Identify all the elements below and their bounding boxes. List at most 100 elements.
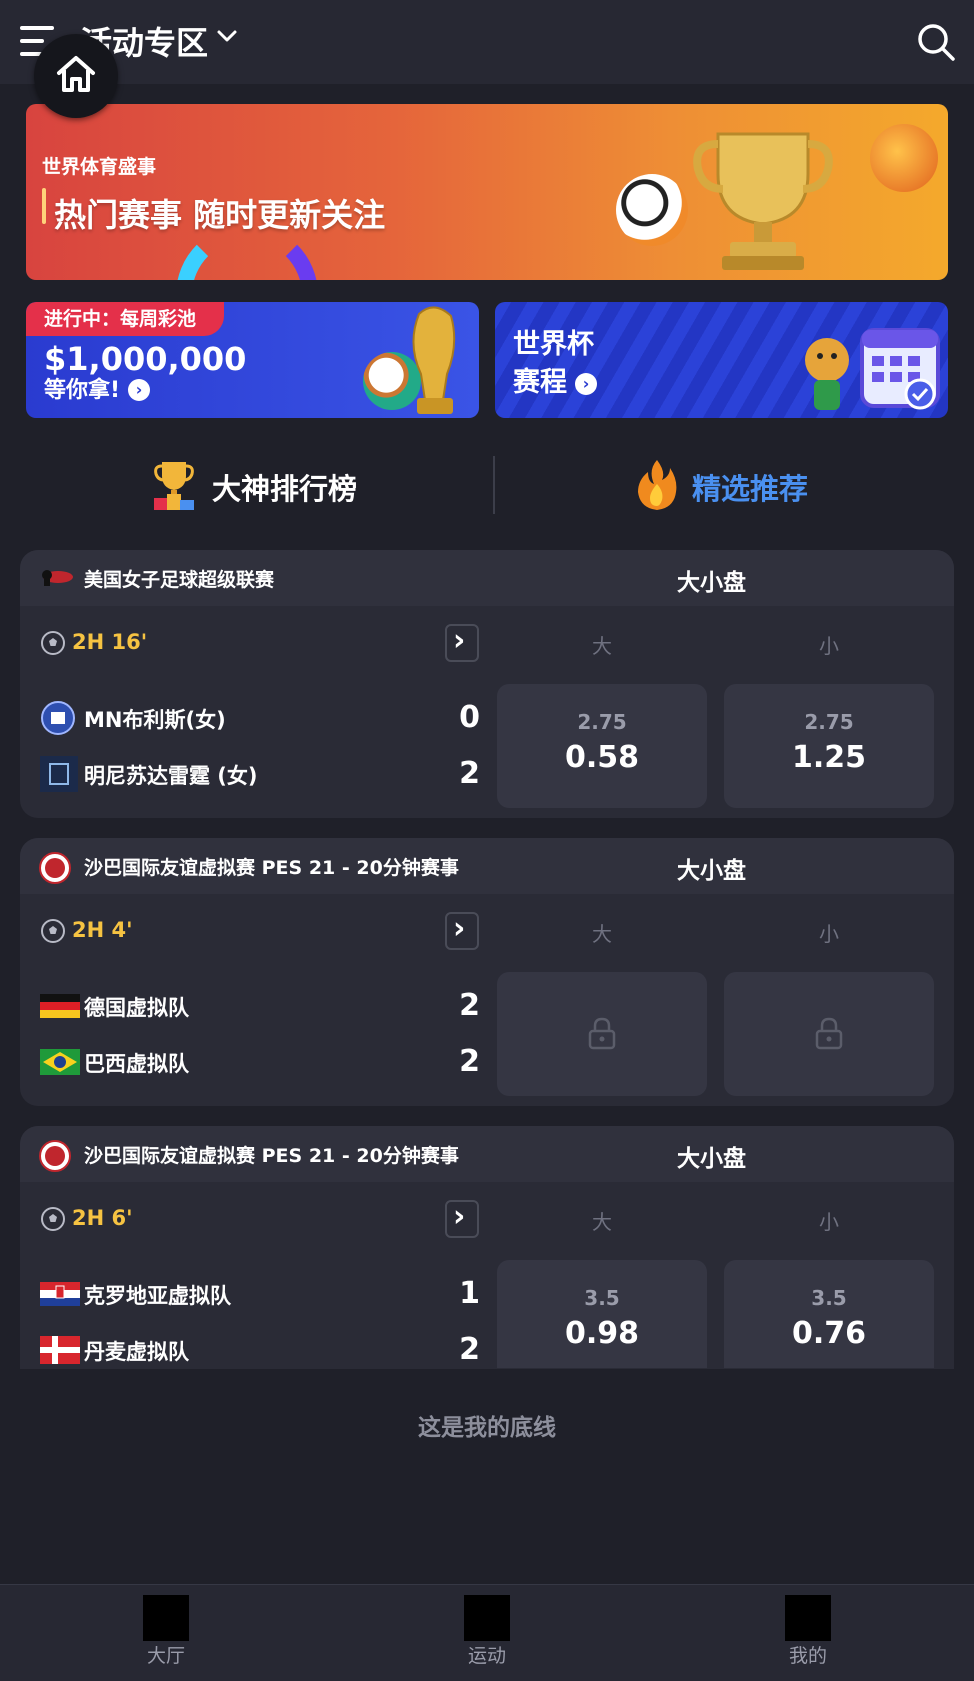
over-price: 0.58 (564, 740, 640, 775)
league-name[interactable]: 美国女子足球超级联赛 (84, 565, 274, 592)
away-team-name: 明尼苏达雷霆 (女) (84, 764, 258, 788)
league-name[interactable]: 沙巴国际友谊虚拟赛 PES 21 - 20分钟赛事 (84, 1141, 459, 1168)
soccer-ball-icon (41, 631, 65, 655)
market-name: 大小盘 (677, 1146, 746, 1172)
market-name: 大小盘 (677, 570, 746, 596)
search-icon[interactable] (916, 22, 956, 62)
hero-banner[interactable]: 世界体育盛事 热门赛事 随时更新关注 (26, 104, 948, 280)
over-column-header: 大 (592, 922, 612, 946)
germany-flag-icon (40, 994, 80, 1018)
feature-tabs: 大神排行榜 精选推荐 (26, 446, 948, 522)
lobby-icon (143, 1595, 189, 1641)
home-score: 2 (459, 988, 480, 1023)
trophy-image (693, 132, 833, 270)
away-team-name: 巴西虚拟队 (84, 1052, 189, 1076)
home-button[interactable] (34, 34, 118, 118)
saba-league-logo-icon (39, 1140, 71, 1172)
schedule-subtitle: 赛程 › (513, 360, 597, 399)
team-crest-icon (41, 701, 75, 735)
brazil-flag-icon (40, 1049, 80, 1075)
over-column-header: 大 (592, 634, 612, 658)
profile-icon (785, 1595, 831, 1641)
nav-item-profile[interactable]: 我的 (748, 1585, 868, 1681)
chevron-right-icon: › (575, 373, 597, 395)
over-odds-button-locked[interactable] (497, 972, 707, 1096)
soccer-ball-icon (41, 1207, 65, 1231)
end-of-list-text: 这是我的底线 (418, 1415, 556, 1441)
denmark-flag-icon (40, 1336, 80, 1364)
banner-subtitle: 世界体育盛事 (42, 156, 157, 178)
under-column-header: 小 (819, 1210, 839, 1234)
banner-headline: 热门赛事 随时更新关注 (54, 196, 386, 234)
pool-subtitle: 等你拿! › (44, 372, 151, 404)
nav-label-lobby: 大厅 (146, 1645, 185, 1667)
match-card-header: 沙巴国际友谊虚拟赛 PES 21 - 20分钟赛事 大小盘 (20, 1126, 954, 1182)
over-odds-button[interactable]: 3.5 0.98 (497, 1260, 707, 1368)
calendar-mascot-image (805, 328, 940, 410)
team-crest-icon (40, 756, 78, 792)
under-odds-button-locked[interactable] (724, 972, 934, 1096)
tab-featured[interactable]: 精选推荐 (496, 446, 957, 522)
chevron-right-icon: › (453, 1199, 466, 1234)
chevron-down-icon[interactable] (216, 28, 238, 44)
lock-icon (815, 1017, 843, 1050)
match-detail-button[interactable]: › (445, 624, 479, 662)
away-score: 2 (459, 1044, 480, 1079)
chevron-right-icon: › (453, 623, 466, 658)
under-odds-button[interactable]: 3.5 0.76 (724, 1260, 934, 1368)
nav-item-sports[interactable]: 运动 (427, 1585, 547, 1681)
tab-featured-label: 精选推荐 (692, 472, 809, 506)
away-score: 2 (459, 1332, 480, 1367)
home-score: 0 (459, 700, 480, 735)
match-card-header: 美国女子足球超级联赛 大小盘 (20, 550, 954, 606)
pool-status-tag: 进行中：每周彩池 (26, 302, 225, 336)
chevron-right-icon: › (453, 911, 466, 946)
under-column-header: 小 (819, 922, 839, 946)
market-name: 大小盘 (677, 858, 746, 884)
tab-leaderboard-label: 大神排行榜 (212, 472, 358, 506)
under-column-header: 小 (819, 634, 839, 658)
league-name[interactable]: 沙巴国际友谊虚拟赛 PES 21 - 20分钟赛事 (84, 853, 459, 880)
top-header: 活动专区 (0, 0, 974, 84)
nav-label-profile: 我的 (788, 1645, 827, 1667)
away-team-name: 丹麦虚拟队 (84, 1340, 189, 1364)
under-line: 2.75 (804, 710, 854, 734)
nav-item-lobby[interactable]: 大厅 (106, 1585, 226, 1681)
match-time: 2H 16' (72, 630, 148, 654)
world-cup-schedule-banner[interactable]: 世界杯 赛程 › (495, 302, 948, 418)
home-team-name: 德国虚拟队 (84, 996, 189, 1020)
soccer-ball-icon (41, 919, 65, 943)
match-card-header: 沙巴国际友谊虚拟赛 PES 21 - 20分钟赛事 大小盘 (20, 838, 954, 894)
bottom-navigation: 大厅 运动 我的 (0, 1584, 974, 1681)
match-detail-button[interactable]: › (445, 1200, 479, 1238)
banner-accent-bar (42, 188, 46, 224)
under-odds-button[interactable]: 2.75 1.25 (724, 684, 934, 808)
home-icon (57, 56, 95, 92)
over-odds-button[interactable]: 2.75 0.58 (497, 684, 707, 808)
world-cup-trophy-image (412, 306, 456, 414)
match-card: 沙巴国际友谊虚拟赛 PES 21 - 20分钟赛事 大小盘 2H 4' › 大 … (20, 838, 954, 1106)
over-line: 2.75 (577, 710, 627, 734)
match-card: 沙巴国际友谊虚拟赛 PES 21 - 20分钟赛事 大小盘 2H 6' › 大 … (20, 1126, 954, 1369)
match-time: 2H 6' (72, 1206, 133, 1230)
over-line: 3.5 (584, 1286, 620, 1310)
home-score: 1 (459, 1276, 480, 1311)
under-price: 0.76 (791, 1316, 867, 1351)
home-team-name: MN布利斯(女) (84, 708, 226, 732)
nav-label-sports: 运动 (467, 1645, 506, 1667)
nwsl-logo-icon (42, 570, 73, 586)
away-score: 2 (459, 756, 480, 791)
match-time: 2H 4' (72, 918, 133, 942)
under-price: 1.25 (791, 740, 867, 775)
trophy-podium-icon (154, 462, 194, 510)
match-card: 美国女子足球超级联赛 大小盘 2H 16' › 大 小 MN布利斯(女) 0 明… (20, 550, 954, 818)
match-detail-button[interactable]: › (445, 912, 479, 950)
tab-divider (493, 456, 495, 514)
schedule-title: 世界杯 (513, 329, 594, 360)
under-line: 3.5 (811, 1286, 847, 1310)
sports-icon (464, 1595, 510, 1641)
weekly-pool-banner[interactable]: 进行中：每周彩池 $1,000,000 等你拿! › (26, 302, 479, 418)
over-price: 0.98 (564, 1316, 640, 1351)
match-card-body: 2H 16' › 大 小 MN布利斯(女) 0 明尼苏达雷霆 (女) 2 2.7… (20, 606, 954, 818)
tab-leaderboard[interactable]: 大神排行榜 (26, 446, 487, 522)
